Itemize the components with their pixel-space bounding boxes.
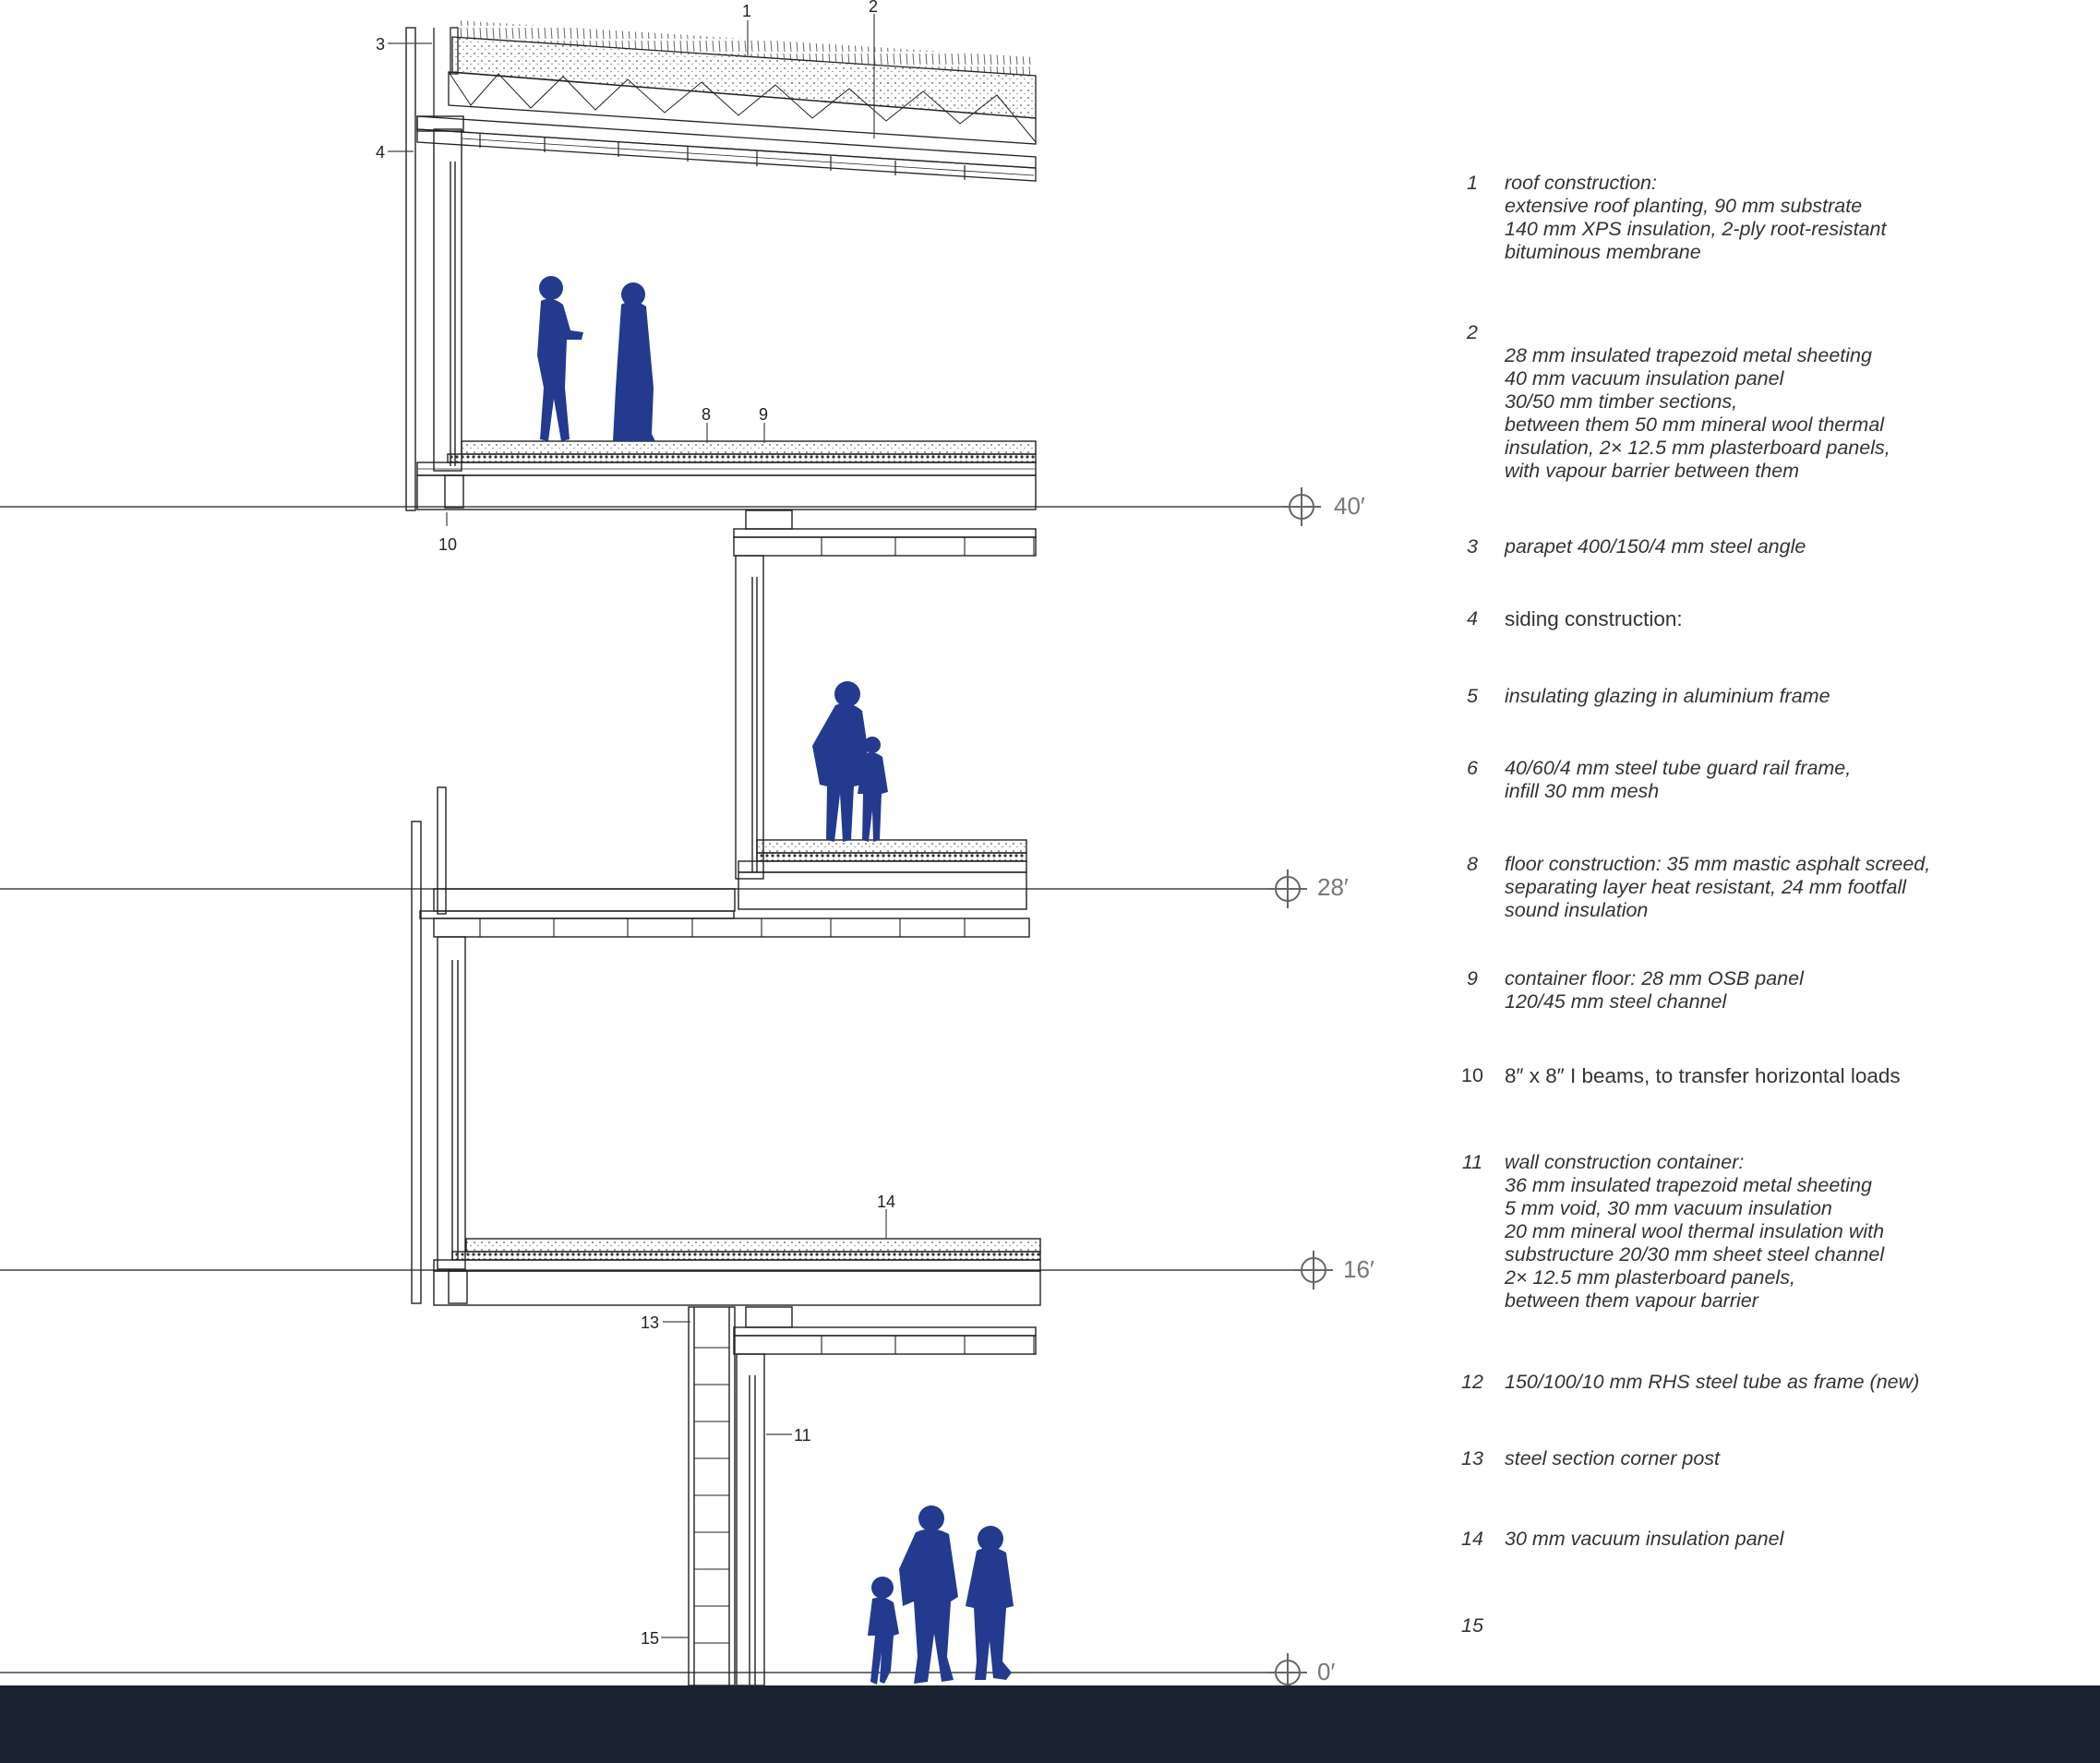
callout-9: 9 [759,405,768,424]
person-silhouette [613,282,655,441]
legend-number: 6 [1467,757,1478,779]
callout-8: 8 [702,405,711,424]
legend-text: 28 mm insulated trapezoid metal sheeting… [1505,344,1890,482]
lower-container [411,786,1041,1306]
legend-number: 11 [1461,1151,1483,1173]
legend-text: 8″ x 8″ I beams, to transfer horizontal … [1505,1064,1901,1087]
legend-number: 8 [1467,853,1478,875]
legend-text: container floor: 28 mm OSB panel 120/45 … [1505,967,1804,1013]
legend-number: 10 [1461,1064,1483,1086]
callout-numbers: 1 2 3 4 8 9 10 13 11 14 15 [376,0,895,1648]
person-silhouette [812,681,868,842]
callout-13: 13 [641,1313,659,1332]
legend-number: 5 [1467,685,1478,707]
legend-number: 3 [1467,535,1478,558]
callout-4: 4 [376,143,385,162]
people-silhouettes [537,276,1014,1685]
callout-3: 3 [376,35,385,54]
legend-number: 9 [1467,967,1478,989]
roof-construction [416,20,1037,182]
ground-band [0,1685,2100,1763]
legend-text: floor construction: 35 mm mastic asphalt… [1505,853,1931,921]
level-lines [0,506,1302,1673]
legend-text: insulating glazing in aluminium frame [1505,685,1830,707]
legend-number: 2 [1467,321,1478,343]
legend-number: 1 [1467,172,1478,194]
level-label-0: 0′ [1317,1658,1335,1685]
level-label-16: 16′ [1343,1255,1374,1283]
legend-text: steel section corner post [1505,1447,1721,1469]
legend-number: 14 [1461,1528,1483,1550]
callout-15: 15 [641,1629,659,1648]
legend-text: roof construction: extensive roof planti… [1505,172,1887,263]
person-silhouette [899,1505,958,1684]
legend-text: siding construction: [1505,607,1683,630]
legend-text: 30 mm vacuum insulation panel [1505,1528,1784,1550]
callout-10: 10 [438,535,457,554]
level-markers [1268,487,1333,1692]
callout-1: 1 [742,2,751,20]
legend-number: 13 [1461,1447,1483,1469]
middle-container [733,510,1037,910]
leader-lines [388,14,887,1638]
person-silhouette [537,276,583,441]
callout-14: 14 [877,1193,895,1211]
level-label-28: 28′ [1317,873,1349,901]
legend-number: 12 [1461,1371,1483,1393]
legend-number: 4 [1467,607,1478,630]
person-silhouette [966,1526,1014,1680]
legend-text: 150/100/10 mm RHS steel tube as frame (n… [1505,1371,1920,1393]
person-silhouette [868,1577,899,1685]
legend-text: 40/60/4 mm steel tube guard rail frame, … [1505,757,1852,802]
level-label-40: 40′ [1334,492,1365,520]
callout-11: 11 [794,1426,811,1445]
legend-text: parapet 400/150/4 mm steel angle [1505,535,1806,558]
legend-text: wall construction container: 36 mm insul… [1505,1151,1885,1312]
callout-2: 2 [869,0,878,16]
legend-number: 15 [1461,1614,1483,1637]
